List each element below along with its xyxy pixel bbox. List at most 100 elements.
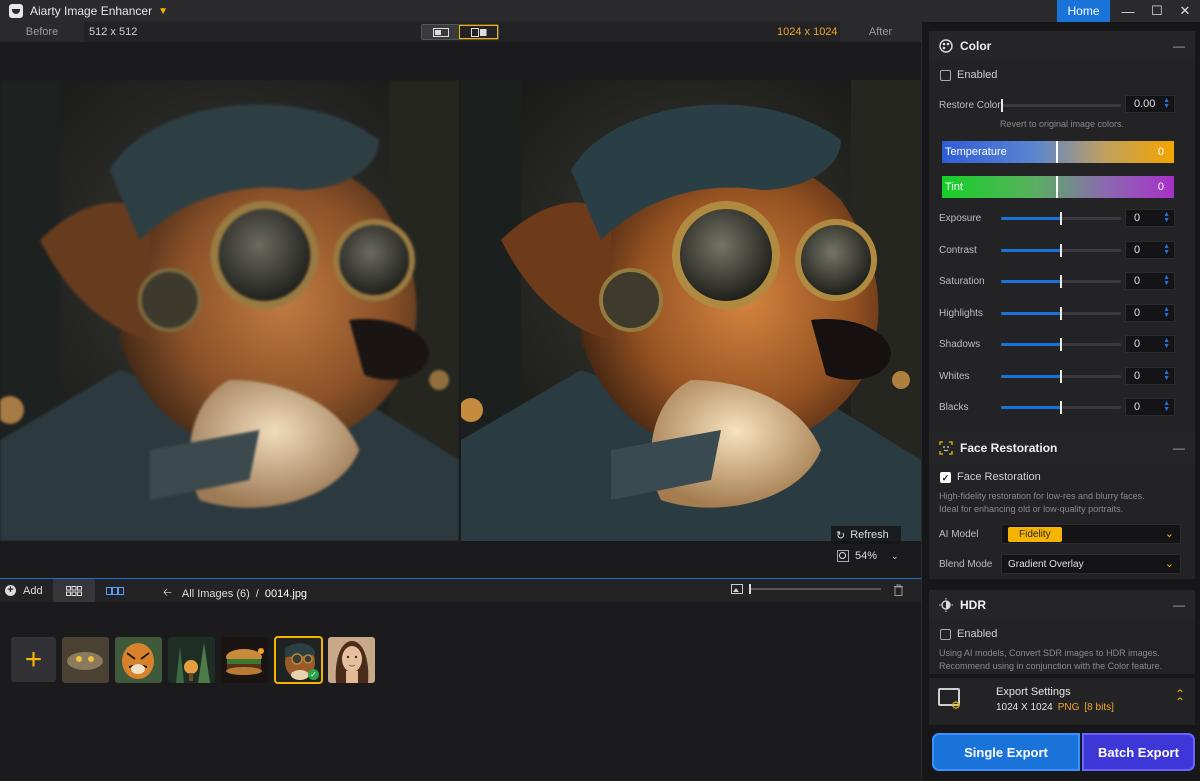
adjustment-value-shadows[interactable]: 0 ▲ ▼ (1125, 335, 1175, 353)
slider-fill (1001, 248, 1061, 252)
adjustment-slider-saturation[interactable] (1001, 275, 1121, 288)
thumbnail-size-slider[interactable] (749, 584, 881, 594)
spinner-icon[interactable]: ▲ ▼ (1163, 306, 1170, 319)
thumb-burger[interactable] (221, 637, 268, 683)
spinner-icon[interactable]: ▲ ▼ (1163, 211, 1170, 224)
single-export-button[interactable]: Single Export (932, 733, 1080, 771)
current-file-name: 0014.jpg (264, 587, 308, 600)
add-button[interactable]: + Add (5, 585, 43, 597)
collapse-icon[interactable]: — (1173, 441, 1185, 455)
hdr-desc-line-1: Using AI models, Convert SDR images to H… (939, 648, 1160, 658)
slider-handle[interactable] (1056, 176, 1058, 198)
face-restoration-description: High-fidelity restoration for low-res an… (939, 490, 1189, 516)
chevron-down-icon[interactable]: ▼ (158, 6, 168, 17)
ai-model-select[interactable]: Fidelity ⌄ (1001, 524, 1181, 544)
collapse-icon[interactable]: — (1173, 39, 1185, 53)
slider-handle[interactable] (749, 584, 751, 594)
hdr-enabled-label: Enabled (957, 628, 998, 640)
side-by-side-button[interactable] (459, 25, 498, 39)
face-restoration-checkbox[interactable]: ✓ (940, 471, 951, 483)
restore-color-label: Restore Color (939, 100, 1001, 111)
adjustment-slider-shadows[interactable] (1001, 338, 1121, 351)
slider-fill (1001, 217, 1061, 220)
after-image[interactable] (461, 80, 921, 541)
hdr-description: Using AI models, Convert SDR images to H… (939, 647, 1189, 673)
all-images-link[interactable]: All Images (6) (182, 588, 250, 600)
face-desc-line-2: Ideal for enhancing old or low-quality p… (939, 504, 1124, 514)
gear-icon: ⚙ (951, 700, 961, 712)
slider-handle[interactable] (1060, 338, 1062, 351)
batch-export-button[interactable]: Batch Export (1082, 733, 1195, 771)
adjustment-number: 0 (1134, 306, 1141, 319)
adjustment-slider-blacks[interactable] (1001, 401, 1121, 414)
adjustment-value-contrast[interactable]: 0 ▲ ▼ (1125, 240, 1175, 259)
grid-view-button[interactable] (53, 579, 95, 602)
spinner-icon[interactable]: ▲ ▼ (1163, 243, 1170, 256)
slider-handle[interactable] (1060, 306, 1062, 320)
zoom-dropdown-icon[interactable]: ⌄ (891, 551, 899, 562)
slider-handle[interactable] (1056, 141, 1058, 163)
hdr-enabled-row[interactable]: Enabled (940, 628, 997, 640)
export-bits: [8 bits] (1084, 702, 1114, 713)
slider-handle[interactable] (1060, 275, 1062, 288)
adjustment-slider-contrast[interactable] (1001, 243, 1121, 257)
refresh-button[interactable]: ↻ Refresh (831, 526, 901, 544)
close-button[interactable]: ✕ (1168, 0, 1200, 22)
adjustment-value-blacks[interactable]: 0 ▲ ▼ (1125, 398, 1175, 416)
restore-color-slider[interactable] (1001, 99, 1121, 112)
zoom-value: 54% (855, 550, 878, 562)
color-enabled-checkbox[interactable] (940, 69, 951, 81)
adjustment-number: 0 (1134, 243, 1141, 256)
adjustment-value-whites[interactable]: 0 ▲ ▼ (1125, 366, 1175, 385)
spinner-icon[interactable]: ▲ ▼ (1163, 369, 1170, 382)
side-by-side-icon (470, 27, 486, 37)
grid-icon (66, 585, 82, 596)
before-image[interactable] (0, 80, 459, 541)
thumb-portrait[interactable] (328, 637, 375, 683)
adjustment-slider-whites[interactable] (1001, 369, 1121, 383)
adjustment-slider-exposure[interactable] (1001, 212, 1121, 225)
color-section: Color — Enabled Restore Color 0.00 ▲ ▼ Re… (929, 31, 1195, 434)
slider-handle[interactable] (1060, 401, 1062, 414)
home-button[interactable]: Home (1057, 0, 1110, 22)
adjustment-value-exposure[interactable]: 0 ▲ ▼ (1125, 209, 1175, 227)
trash-icon[interactable] (893, 584, 904, 599)
zoom-control[interactable]: 54% ⌄ (833, 546, 905, 566)
tint-slider[interactable]: Tint 0 (942, 176, 1174, 198)
adjustment-number: 0 (1134, 338, 1141, 350)
export-meta: 1024 X 1024 PNG [8 bits] (996, 702, 1114, 713)
spinner-icon[interactable]: ▲ ▼ (1163, 337, 1170, 350)
adjustment-slider-highlights[interactable] (1001, 306, 1121, 320)
blend-mode-select[interactable]: Gradient Overlay ⌄ (1001, 554, 1181, 574)
thumb-dog[interactable]: ✓ (274, 636, 323, 684)
hdr-header[interactable]: HDR — (929, 590, 1195, 620)
thumb-forest[interactable] (168, 637, 215, 683)
slider-handle[interactable] (1001, 99, 1003, 112)
adjustment-value-highlights[interactable]: 0 ▲ ▼ (1125, 303, 1175, 322)
export-settings[interactable]: ⚙ Export Settings 1024 X 1024 PNG [8 bit… (929, 678, 1195, 725)
collapse-icon[interactable]: — (1173, 598, 1185, 612)
expand-up-icon[interactable]: ⌃ ⌃ (1175, 688, 1185, 708)
thumb-owl[interactable] (62, 637, 109, 683)
adjustment-label-saturation: Saturation (939, 276, 985, 287)
face-restoration-header[interactable]: Face Restoration — (929, 433, 1195, 463)
split-view-button[interactable] (422, 25, 459, 39)
restore-color-value[interactable]: 0.00 ▲ ▼ (1125, 95, 1175, 113)
add-image-tile[interactable]: + (11, 637, 56, 682)
slider-handle[interactable] (1060, 369, 1062, 383)
back-arrow-icon[interactable]: 🡠 (163, 584, 172, 603)
face-restoration-row[interactable]: ✓ Face Restoration (940, 471, 1041, 483)
spinner-icon[interactable]: ▲ ▼ (1163, 274, 1170, 287)
spinner-icon[interactable]: ▲ ▼ (1163, 97, 1170, 110)
spinner-icon[interactable]: ▲ ▼ (1163, 400, 1170, 413)
strip-view-button[interactable] (95, 579, 135, 602)
adjustment-value-saturation[interactable]: 0 ▲ ▼ (1125, 272, 1175, 290)
color-enabled-row[interactable]: Enabled (940, 69, 997, 81)
temperature-slider[interactable]: Temperature 0 (942, 141, 1174, 163)
thumb-tiger[interactable] (115, 637, 162, 683)
hdr-enabled-checkbox[interactable] (940, 628, 951, 640)
slider-handle[interactable] (1060, 243, 1062, 257)
color-header[interactable]: Color — (929, 31, 1195, 61)
view-mode-toggle[interactable] (421, 24, 499, 40)
slider-handle[interactable] (1060, 212, 1062, 225)
